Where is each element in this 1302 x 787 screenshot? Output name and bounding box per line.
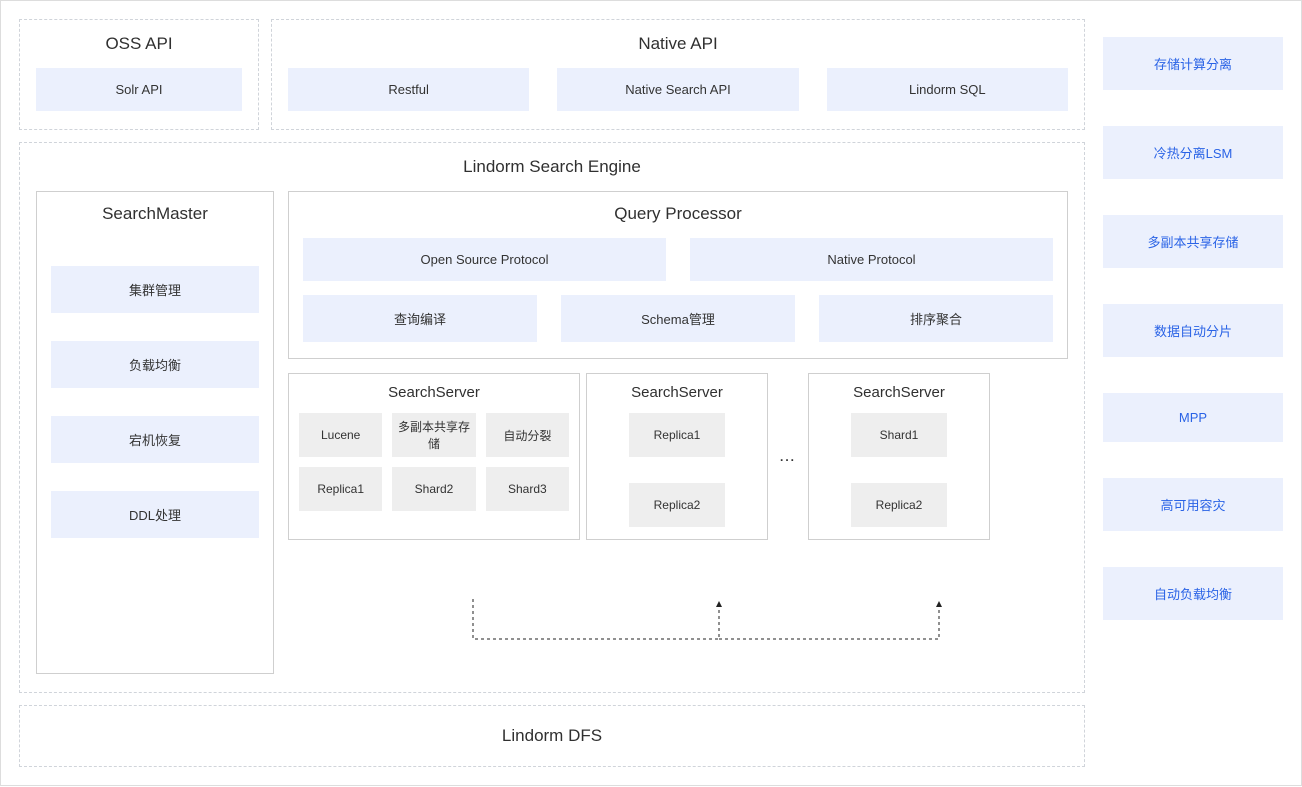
cell-s3-shard1: Shard1	[851, 413, 947, 457]
feature-storage-compute-sep: 存储计算分离	[1103, 37, 1283, 90]
cell-s2-replica2: Replica2	[629, 483, 725, 527]
title-dfs: Lindorm DFS	[502, 726, 602, 745]
title-search-server-1: SearchServer	[299, 384, 569, 401]
architecture-diagram: OSS API Solr API Native API Restful Nati…	[0, 0, 1302, 786]
ellipsis: ...	[774, 450, 802, 464]
chip-query-compile: 查询编译	[303, 295, 537, 342]
chip-failover: 宕机恢复	[51, 416, 259, 463]
box-search-server-3: SearchServer Shard1 Replica2	[808, 373, 990, 540]
cell-replica1: Replica1	[299, 467, 382, 511]
api-row: OSS API Solr API Native API Restful Nati…	[19, 19, 1085, 130]
box-search-master: SearchMaster 集群管理 负载均衡 宕机恢复 DDL处理	[36, 191, 274, 674]
title-search-server-3: SearchServer	[819, 384, 979, 401]
cell-shard2: Shard2	[392, 467, 475, 511]
engine-body: SearchMaster 集群管理 负载均衡 宕机恢复 DDL处理 Query …	[36, 191, 1068, 674]
title-native-api: Native API	[288, 34, 1068, 54]
feature-auto-load-balance: 自动负载均衡	[1103, 567, 1283, 620]
chip-cluster-mgmt: 集群管理	[51, 266, 259, 313]
cell-s3-replica2: Replica2	[851, 483, 947, 527]
chip-sort-agg: 排序聚合	[819, 295, 1053, 342]
title-query-processor: Query Processor	[303, 204, 1053, 224]
chip-lindorm-sql: Lindorm SQL	[827, 68, 1068, 111]
chip-schema-mgmt: Schema管理	[561, 295, 795, 342]
title-search-master: SearchMaster	[51, 204, 259, 224]
cell-lucene: Lucene	[299, 413, 382, 457]
cell-shard3: Shard3	[486, 467, 569, 511]
chip-restful: Restful	[288, 68, 529, 111]
feature-ha-dr: 高可用容灾	[1103, 478, 1283, 531]
feature-auto-shard: 数据自动分片	[1103, 304, 1283, 357]
box-query-processor: Query Processor Open Source Protocol Nat…	[288, 191, 1068, 359]
servers-row: SearchServer Lucene 多副本共享存储 自动分裂 Replica…	[288, 373, 1068, 540]
title-engine: Lindorm Search Engine	[36, 157, 1068, 177]
cell-s2-replica1: Replica1	[629, 413, 725, 457]
chip-native-search-api: Native Search API	[557, 68, 798, 111]
cell-auto-split: 自动分裂	[486, 413, 569, 457]
chip-solr-api: Solr API	[36, 68, 242, 111]
title-search-server-2: SearchServer	[597, 384, 757, 401]
qp-column: Query Processor Open Source Protocol Nat…	[288, 191, 1068, 674]
chip-native-protocol: Native Protocol	[690, 238, 1053, 281]
feature-hot-cold-lsm: 冷热分离LSM	[1103, 126, 1283, 179]
feature-multi-replica-storage: 多副本共享存储	[1103, 215, 1283, 268]
left-column: OSS API Solr API Native API Restful Nati…	[19, 19, 1085, 767]
box-engine: Lindorm Search Engine SearchMaster 集群管理 …	[19, 142, 1085, 693]
title-oss-api: OSS API	[36, 34, 242, 54]
chip-ddl: DDL处理	[51, 491, 259, 538]
box-search-server-1: SearchServer Lucene 多副本共享存储 自动分裂 Replica…	[288, 373, 580, 540]
chip-oss-protocol: Open Source Protocol	[303, 238, 666, 281]
feature-mpp: MPP	[1103, 393, 1283, 442]
cell-multi-replica-storage: 多副本共享存储	[392, 413, 475, 457]
box-native-api: Native API Restful Native Search API Lin…	[271, 19, 1085, 130]
box-search-server-2: SearchServer Replica1 Replica2	[586, 373, 768, 540]
chip-load-balance: 负载均衡	[51, 341, 259, 388]
main-layout: OSS API Solr API Native API Restful Nati…	[19, 19, 1283, 767]
box-oss-api: OSS API Solr API	[19, 19, 259, 130]
feature-column: 存储计算分离 冷热分离LSM 多副本共享存储 数据自动分片 MPP 高可用容灾 …	[1103, 19, 1283, 767]
box-dfs: Lindorm DFS	[19, 705, 1085, 767]
